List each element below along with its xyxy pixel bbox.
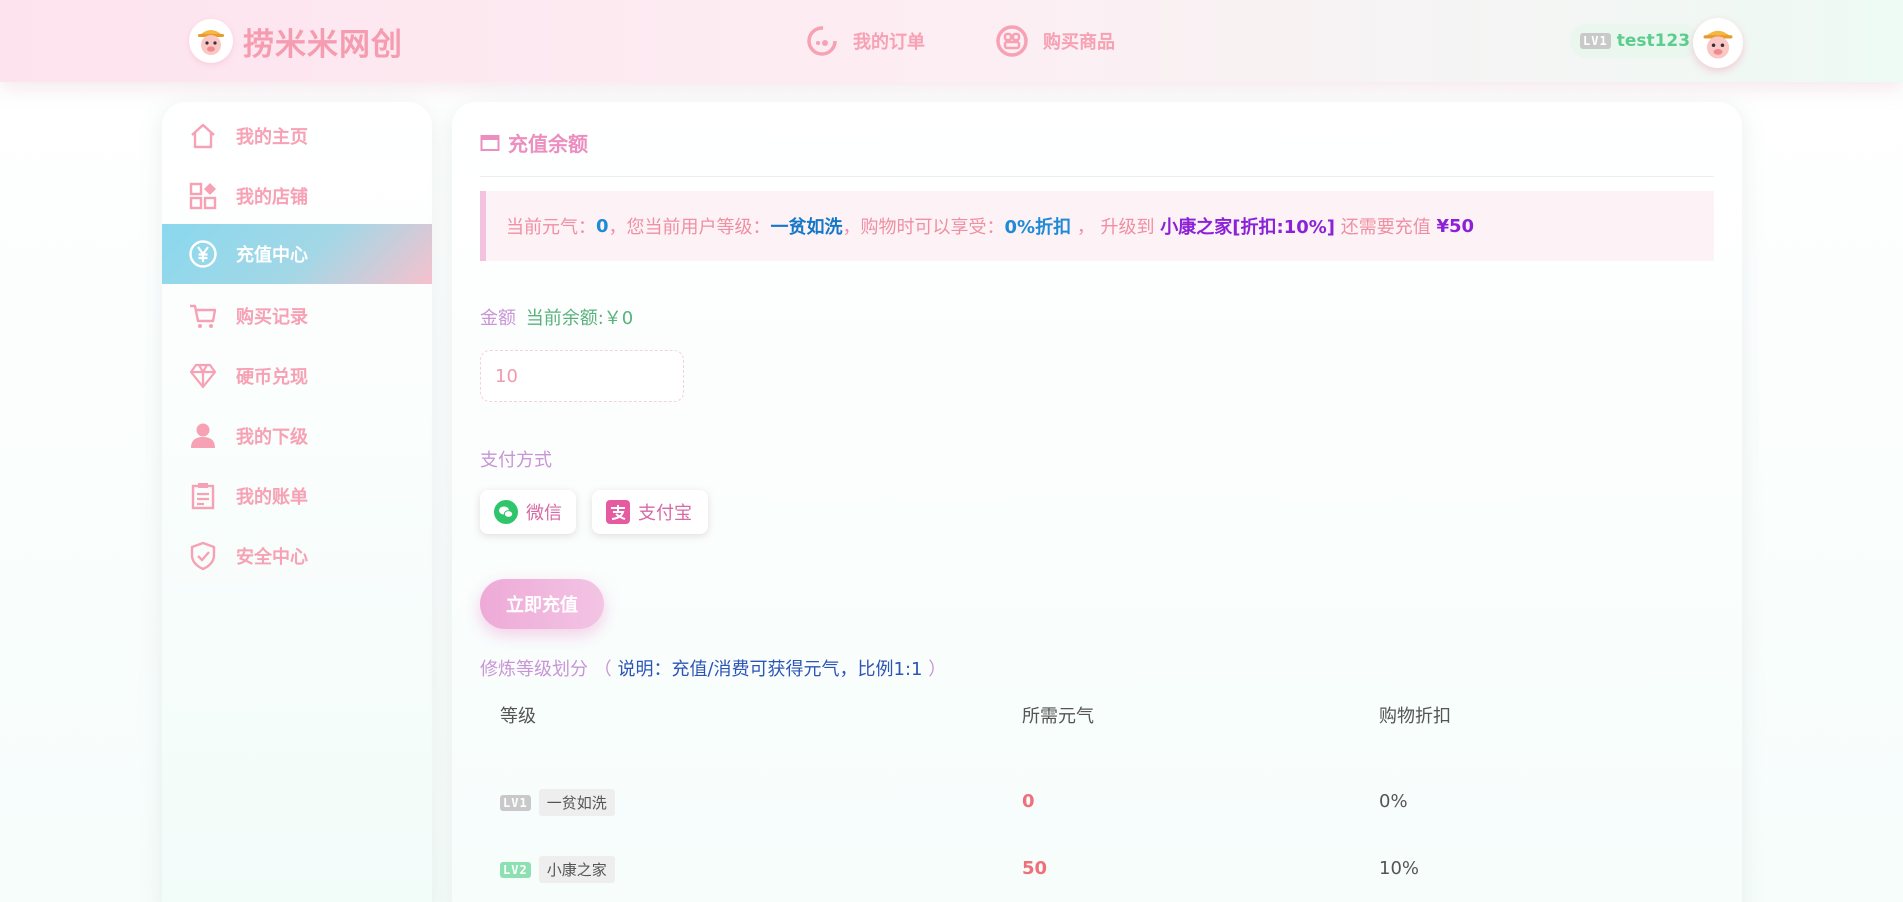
sidebar-item-label: 我的主页 (236, 127, 308, 148)
sidebar-item-recharge[interactable]: 充值中心 (162, 224, 432, 284)
current-balance: 当前余额:￥0 (525, 308, 634, 329)
sidebar-item-bills[interactable]: 我的账单 (162, 466, 432, 526)
amount-input[interactable] (480, 350, 684, 402)
sidebar-item-label: 我的账单 (236, 487, 308, 508)
sidebar-item-security[interactable]: 安全中心 (162, 526, 432, 586)
yen-icon (189, 240, 217, 268)
avatar[interactable] (1693, 18, 1743, 68)
user-icon (191, 423, 215, 448)
sidebar-item-coin-cashout[interactable]: 硬币兑现 (162, 346, 432, 406)
home-icon (191, 123, 215, 149)
sidebar-item-label: 硬币兑现 (236, 367, 308, 388)
amount-label-text: 金额 (480, 308, 516, 329)
brand-logo-icon (189, 19, 233, 63)
divider (480, 176, 1714, 177)
levels-title: 修炼等级划分 （ 说明：充值/消费可获得元气，比例1:1 ） (480, 655, 946, 681)
brand-name: 捞米米网创 (243, 26, 403, 63)
user-chip[interactable]: LV1 test123 (1570, 24, 1701, 58)
notice-next-level: 小康之家[折扣:10%] (1160, 217, 1336, 238)
levels-paren-open: （ (593, 659, 612, 680)
clipboard-icon (191, 483, 215, 510)
table-row: LV1 一贫如洗 (500, 789, 615, 816)
notice-text: ，您当前用户等级： (608, 217, 771, 238)
nav-my-orders-label: 我的订单 (853, 32, 925, 53)
amount-label: 金额 当前余额:￥0 (480, 304, 633, 330)
level-required-qi: 0 (1022, 791, 1035, 812)
pay-wechat-button[interactable]: 微信 (480, 490, 576, 534)
sidebar-item-label: 购买记录 (236, 307, 308, 328)
level-required-qi: 50 (1022, 858, 1048, 879)
sidebar-item-label: 我的下级 (236, 427, 308, 448)
user-name: test123 (1616, 31, 1691, 51)
notice-discount: 0%折扣 (1004, 217, 1072, 238)
sidebar-item-shop[interactable]: 我的店铺 (162, 166, 432, 226)
recharge-now-button[interactable]: 立即充值 (480, 579, 604, 629)
wallet-icon (480, 134, 500, 151)
notice-current-level: 一贫如洗 (770, 217, 843, 238)
sidebar: 我的主页 我的店铺 充值中心 购买记录 硬币兑现 我的下级 我的账单 安全中心 (162, 102, 432, 902)
level-discount: 10% (1379, 858, 1420, 879)
wechat-icon (494, 500, 518, 524)
alipay-icon (606, 500, 630, 524)
top-header: 捞米米网创 我的订单 购买商品 LV1 test123 (0, 0, 1903, 82)
sidebar-item-home[interactable]: 我的主页 (162, 106, 432, 166)
table-header-required-qi: 所需元气 (1022, 706, 1094, 727)
levels-title-text: 修炼等级划分 (480, 659, 588, 680)
level-name: 一贫如洗 (538, 789, 615, 816)
sidebar-item-label: 我的店铺 (236, 187, 308, 208)
levels-paren-close: ） (928, 659, 947, 680)
buy-icon (996, 25, 1028, 57)
recharge-card: 充值余额 当前元气： 0 ，您当前用户等级： 一贫如洗 ，购物时可以享受： 0%… (452, 102, 1742, 902)
notice-need-amount: ¥50 (1436, 215, 1475, 237)
nav-buy-goods-label: 购买商品 (1043, 32, 1115, 53)
diamond-icon (189, 363, 217, 389)
nav-buy-goods[interactable]: 购买商品 (995, 20, 1115, 62)
table-row: LV2 小康之家 (500, 856, 615, 883)
pay-alipay-button[interactable]: 支付宝 (592, 490, 708, 534)
notice-qi-value: 0 (596, 215, 609, 237)
nav-my-orders[interactable]: 我的订单 (805, 20, 925, 62)
sidebar-item-subordinates[interactable]: 我的下级 (162, 406, 432, 466)
table-header-discount: 购物折扣 (1379, 706, 1451, 727)
pay-wechat-label: 微信 (526, 503, 562, 524)
notice-text: ，购物时可以享受： (842, 217, 1005, 238)
page-title-text: 充值余额 (508, 132, 588, 156)
notice-text: 当前元气： (506, 217, 596, 238)
page-title: 充值余额 (480, 128, 588, 157)
pay-alipay-label: 支付宝 (638, 503, 692, 524)
level-name: 小康之家 (538, 856, 615, 883)
level-badge: LV2 (500, 861, 531, 878)
sidebar-item-label: 安全中心 (236, 547, 308, 568)
brand[interactable]: 捞米米网创 (189, 18, 403, 64)
level-notice: 当前元气： 0 ，您当前用户等级： 一贫如洗 ，购物时可以享受： 0%折扣 ， … (480, 191, 1714, 261)
payment-method-label: 支付方式 (480, 450, 552, 471)
levels-note: 说明：充值/消费可获得元气，比例1:1 (617, 659, 923, 680)
sidebar-item-label: 充值中心 (236, 245, 308, 266)
shop-icon (189, 182, 217, 210)
table-header-level: 等级 (500, 706, 536, 727)
user-level-badge: LV1 (1580, 33, 1611, 49)
orders-icon (807, 26, 837, 56)
shield-icon (190, 541, 216, 571)
cart-icon (190, 304, 217, 328)
notice-text: ， 升级到 (1071, 217, 1161, 238)
avatar-icon (1703, 30, 1733, 59)
level-discount: 0% (1379, 791, 1408, 812)
sidebar-item-purchase-records[interactable]: 购买记录 (162, 286, 432, 346)
level-badge: LV1 (500, 794, 531, 811)
notice-text: 还需要充值 (1335, 217, 1437, 238)
